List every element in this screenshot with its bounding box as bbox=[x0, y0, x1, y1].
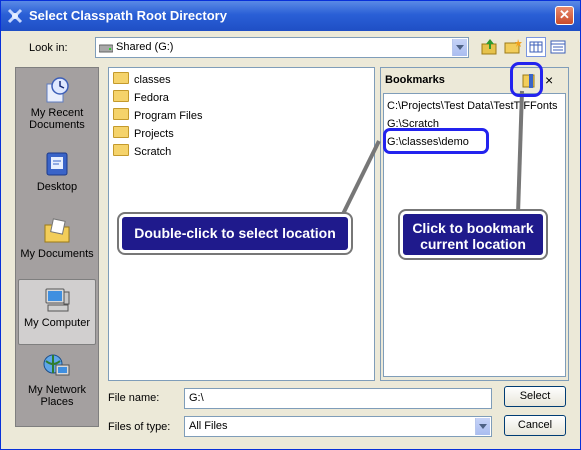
bookmark-button-highlight bbox=[510, 62, 543, 97]
bookmark-highlight bbox=[383, 128, 489, 154]
select-location-callout: Double-click to select location bbox=[119, 214, 351, 253]
dialog-window: Select Classpath Root Directory ✕ Look i… bbox=[0, 0, 581, 450]
bookmark-location-callout: Click to bookmark current location bbox=[400, 211, 546, 258]
